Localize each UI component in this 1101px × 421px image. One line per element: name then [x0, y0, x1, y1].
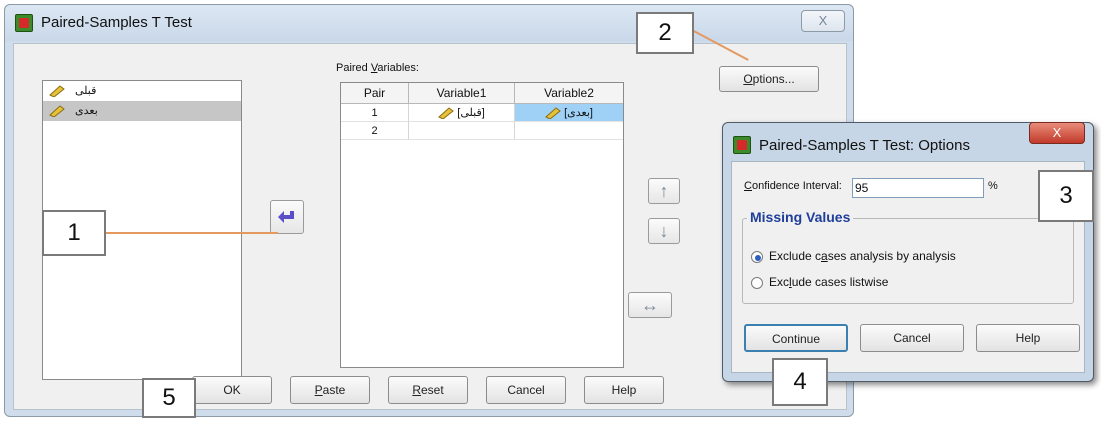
column-header: Pair [341, 83, 409, 104]
column-header: Variable1 [409, 83, 515, 104]
missing-values-group: Missing Values Exclude cases analysis by… [742, 209, 1074, 304]
options-dialog-title: Paired-Samples T Test: Options [759, 137, 970, 154]
continue-button[interactable]: Continue [744, 324, 848, 352]
table-cell-selected[interactable]: [بعدى] [515, 104, 623, 122]
cancel-button[interactable]: Cancel [860, 324, 964, 352]
options-button[interactable]: Options... [719, 66, 819, 92]
app-icon [15, 14, 33, 32]
callout-2: 2 [636, 12, 694, 54]
swap-arrows-icon: ↔ [641, 295, 659, 315]
move-down-button[interactable]: ↓ [648, 218, 680, 244]
title-bar: Paired-Samples T Test X [5, 5, 853, 41]
exclude-listwise-radio[interactable] [751, 277, 763, 289]
close-icon: X [1052, 125, 1062, 140]
ruler-icon [438, 107, 455, 120]
variable-label: قبلى [75, 85, 97, 97]
table-cell-pair: 2 [341, 122, 409, 140]
variable-label: بعدى [75, 105, 98, 117]
ruler-icon [49, 85, 65, 97]
percent-unit: % [988, 180, 998, 192]
exclude-listwise-label: Exclude cases listwise [769, 275, 889, 289]
close-icon: X [818, 13, 828, 28]
close-button[interactable]: X [1029, 122, 1085, 144]
confidence-interval-input[interactable]: 95 [852, 178, 984, 198]
app-icon [733, 136, 751, 154]
move-up-button[interactable]: ↑ [648, 178, 680, 204]
exclude-analysis-label: Exclude cases analysis by analysis [769, 249, 956, 263]
list-item[interactable]: بعدى [43, 101, 241, 121]
callout-4: 4 [772, 358, 828, 406]
ruler-icon [49, 105, 65, 117]
options-dialog: Paired-Samples T Test: Options X Confide… [722, 122, 1094, 382]
callout-line [106, 232, 278, 234]
cancel-button[interactable]: Cancel [486, 376, 566, 404]
confidence-interval-label: Confidence Interval: [744, 180, 842, 192]
callout-1: 1 [42, 210, 106, 256]
swap-button[interactable]: ↔ [628, 292, 672, 318]
list-item[interactable]: قبلى [43, 81, 241, 101]
paste-button[interactable]: Paste [290, 376, 370, 404]
table-cell[interactable] [409, 122, 515, 140]
arrow-down-icon: ↓ [659, 221, 669, 241]
paired-variables-label: Paired Variables: [336, 62, 419, 74]
arrow-up-icon: ↑ [659, 181, 669, 201]
options-client-area: Confidence Interval: 95 % Missing Values… [731, 161, 1085, 373]
close-button[interactable]: X [801, 10, 845, 32]
help-button[interactable]: Help [584, 376, 664, 404]
exclude-analysis-radio[interactable] [751, 251, 763, 263]
ok-button[interactable]: OK [192, 376, 272, 404]
paired-variables-table[interactable]: Pair Variable1 Variable2 1 [قبلى] [بعدى]… [340, 82, 624, 368]
table-cell-pair: 1 [341, 104, 409, 122]
table-cell[interactable]: [قبلى] [409, 104, 515, 122]
ruler-icon [545, 107, 561, 120]
callout-5: 5 [142, 378, 196, 418]
transfer-button[interactable] [270, 200, 304, 234]
callout-3: 3 [1038, 170, 1094, 222]
move-arrow-icon [278, 211, 294, 223]
reset-button[interactable]: Reset [388, 376, 468, 404]
column-header: Variable2 [515, 83, 623, 104]
dialog-title: Paired-Samples T Test [41, 14, 192, 31]
missing-values-title: Missing Values [747, 209, 854, 225]
table-cell[interactable] [515, 122, 623, 140]
help-button[interactable]: Help [976, 324, 1080, 352]
